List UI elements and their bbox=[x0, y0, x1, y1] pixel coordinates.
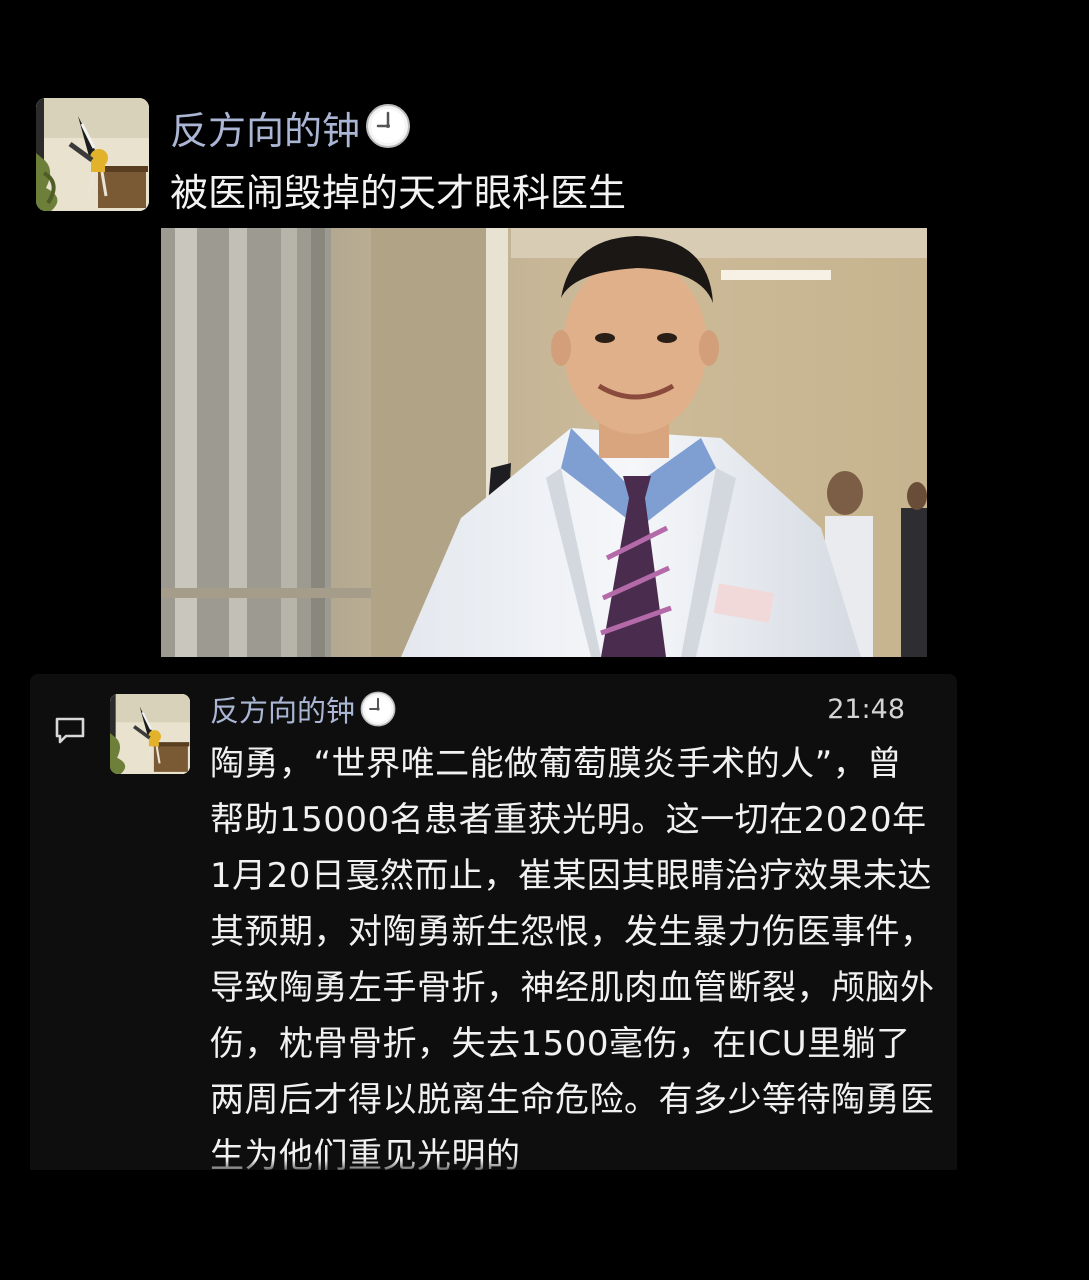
comment-timestamp: 21:48 bbox=[827, 694, 905, 725]
comment-avatar[interactable] bbox=[110, 694, 190, 774]
comment-fade bbox=[30, 1160, 957, 1170]
comment-text: 陶勇，“世界唯二能做葡萄膜炎手术的人”，曾帮助15000名患者重获光明。这一切在… bbox=[210, 744, 935, 1170]
clock-emoji-icon bbox=[360, 691, 396, 727]
comment-author-label: 反方向的钟 bbox=[210, 694, 356, 728]
avatar-image bbox=[36, 98, 149, 211]
doctor-photo-image bbox=[161, 228, 927, 657]
comment-card: 反方向的钟 21:48 陶勇，“世界唯二能做葡萄膜炎手术的人”，曾帮助15000… bbox=[30, 674, 957, 1170]
avatar-image bbox=[110, 694, 190, 774]
comment-author-name[interactable]: 反方向的钟 bbox=[210, 690, 397, 731]
comment-bubble-icon[interactable] bbox=[54, 716, 86, 744]
post-photo[interactable] bbox=[161, 228, 927, 657]
post-title: 被医闹毁掉的天才眼科医生 bbox=[170, 171, 627, 215]
post-author-name[interactable]: 反方向的钟 bbox=[170, 102, 412, 156]
avatar[interactable] bbox=[36, 98, 149, 211]
post-author-label: 反方向的钟 bbox=[170, 109, 361, 153]
clock-emoji-icon bbox=[366, 104, 411, 148]
